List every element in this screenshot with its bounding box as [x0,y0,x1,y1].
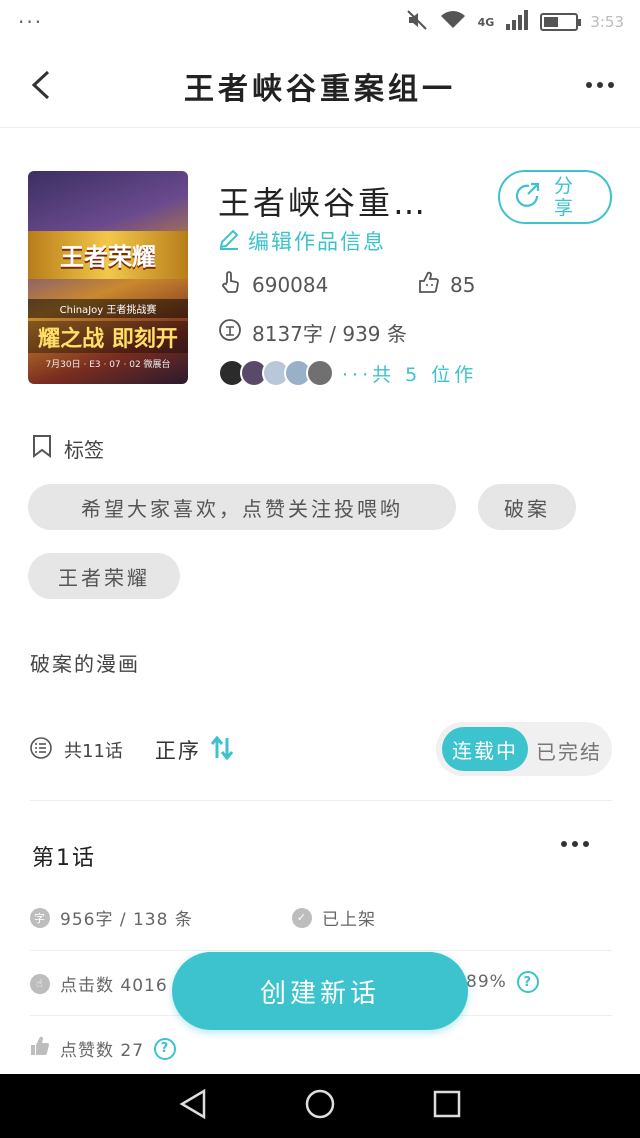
episode-more-icon[interactable] [561,841,589,847]
episode-words: 字 956字 / 138 条 [30,905,193,930]
bookmark-icon [32,434,52,463]
episode-words-label: 956字 / 138 条 [60,910,193,930]
tags-heading: 标签 [32,434,104,463]
clicks-stat: 690084 [218,270,328,299]
work-description: 破案的漫画 [30,652,140,676]
network-type: 4G [477,15,495,29]
edit-work-info-link[interactable]: 编辑作品信息 [218,226,386,256]
battery-icon [540,13,582,31]
sort-order-toggle[interactable]: 正序 [155,735,235,765]
status-bar: ··· 4G 3:53 [0,0,640,44]
status-completed-option[interactable]: 已完结 [536,736,602,765]
cover-date-line: 7月30日 · E3 · 07 · 02 微展台 [45,360,171,370]
thumbs-up-face-icon [416,270,440,299]
authors-count-label: ···共 5 位作 [342,363,478,386]
episode-clicks: ☝ 点击数 4016 [30,971,168,996]
tap-finger-icon [218,270,242,299]
status-ongoing-option[interactable]: 连载中 [442,727,528,771]
work-cover-image[interactable]: 王者荣耀 ChinaJoy 王者挑战赛 耀之战 即刻开 7月30日 · E3 ·… [28,171,188,384]
status-menu-dots: ··· [18,10,44,34]
system-nav-bar [0,1074,640,1138]
publish-status-label: 已上架 [322,910,376,930]
sort-order-label: 正序 [154,739,201,763]
mute-icon [406,9,428,35]
words-stat: 8137字 / 939 条 [218,318,407,347]
battery-level [544,17,559,27]
likes-value: 85 [450,272,476,297]
clock: 3:53 [590,13,624,31]
cover-logo-text: 王者荣耀 [60,243,156,271]
clicks-value: 690084 [252,272,329,297]
back-icon[interactable] [30,70,52,100]
work-title: 王者峡谷重… [218,184,429,222]
episode-title[interactable]: 第1话 [32,840,96,872]
nav-recents-icon[interactable] [430,1087,464,1125]
episodes-toolbar: 共11话 正序 连载中 已完结 [30,722,612,778]
likes-stat: 85 [416,270,475,299]
share-label: 分享 [554,175,574,219]
episode-count: 共11话 [30,736,123,764]
share-button[interactable]: 分享 [498,170,612,224]
wifi-icon [440,10,466,34]
episode-likes: 点赞数 27 ? [30,1036,177,1061]
sort-arrows-icon [209,735,235,765]
episode-count-label: 共11话 [64,741,123,762]
word-count-icon [218,318,242,347]
page-title: 王者峡谷重案组一 [184,71,456,107]
help-icon[interactable]: ? [516,971,539,993]
thumbs-up-icon [30,1036,50,1061]
tags-heading-label: 标签 [64,438,104,462]
episode-publish-status: ✓ 已上架 [292,905,376,930]
more-menu-icon[interactable] [586,82,614,88]
tag-chip[interactable]: 破案 [478,484,576,530]
list-icon [30,736,52,764]
episode-rate: 89% ? [466,971,539,993]
edit-label: 编辑作品信息 [248,230,386,254]
nav-back-icon[interactable] [176,1087,210,1125]
authors-row[interactable]: ···共 5 位作 [218,360,477,386]
pencil-icon [218,228,240,255]
divider [30,950,612,951]
tag-chip[interactable]: 希望大家喜欢，点赞关注投喂哟 [28,484,456,530]
cover-slogan: 耀之战 即刻开 [28,321,188,353]
signal-icon [506,10,529,34]
episode-likes-label: 点赞数 27 [60,1041,145,1061]
cover-subtitle: ChinaJoy 王者挑战赛 [28,299,188,318]
create-episode-button[interactable]: 创建新话 [172,952,468,1030]
tag-chip[interactable]: 王者荣耀 [28,553,180,599]
words-value: 8137字 / 939 条 [252,322,407,346]
status-icons: 4G 3:53 [406,9,624,35]
tap-finger-icon: ☝ [30,973,50,994]
episode-rate-value: 89% [466,972,507,992]
author-avatar[interactable] [306,360,334,386]
app-header: 王者峡谷重案组一 [0,44,640,128]
serial-status-toggle[interactable]: 连载中 已完结 [436,722,612,776]
word-count-icon: 字 [30,907,50,928]
divider [30,800,612,801]
share-icon [514,181,542,213]
nav-home-icon[interactable] [303,1087,337,1125]
help-icon[interactable]: ? [154,1037,177,1060]
check-circle-icon: ✓ [292,907,312,928]
episode-clicks-label: 点击数 4016 [60,976,168,996]
